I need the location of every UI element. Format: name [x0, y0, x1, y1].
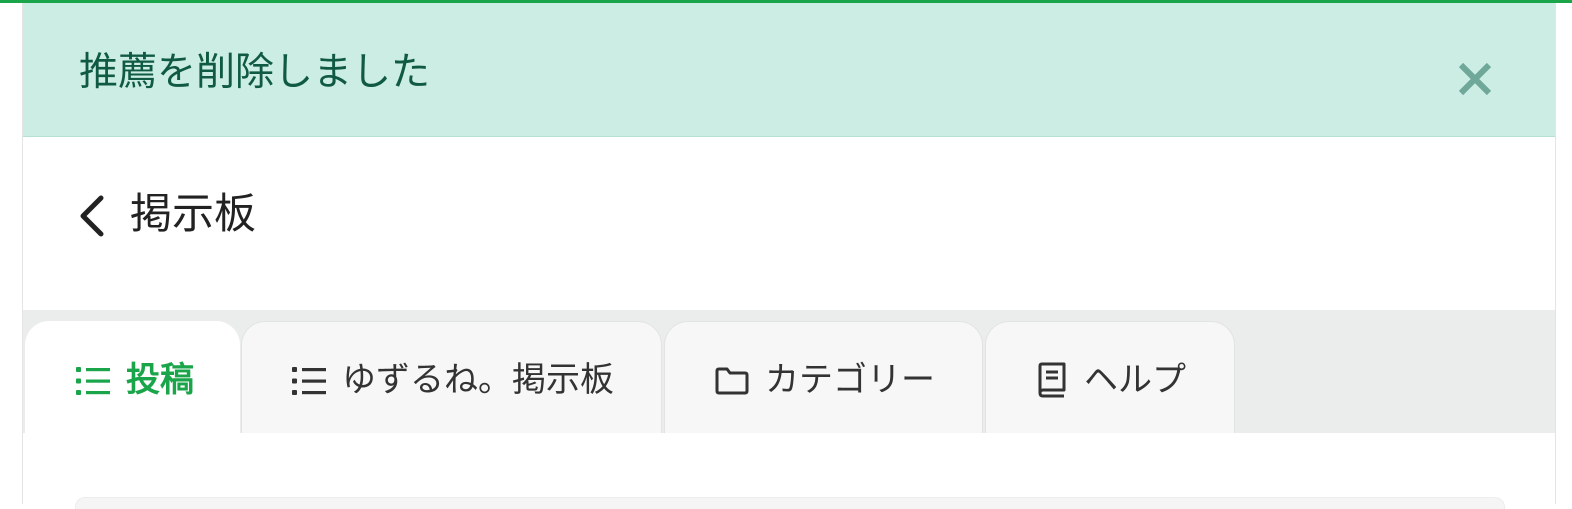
tab-content — [23, 433, 1555, 509]
alert-close-button[interactable] — [1453, 57, 1497, 101]
book-icon — [1036, 362, 1068, 402]
tab-categories[interactable]: カテゴリー — [664, 321, 983, 433]
list-icon — [292, 366, 326, 400]
tab-bar: 投稿 ゆずるね。掲示板 カテゴリー ヘルプ — [23, 310, 1555, 435]
tab-help[interactable]: ヘルプ — [985, 321, 1235, 433]
content-panel — [75, 497, 1505, 509]
tab-help-label: ヘルプ — [1084, 360, 1186, 400]
back-button[interactable] — [77, 194, 105, 238]
tab-posts-label: 投稿 — [126, 360, 194, 400]
alert-message: 推薦を削除しました — [79, 50, 431, 95]
page-frame: 推薦を削除しました 掲示板 投稿 ゆずるね。掲示板 カテゴリー ヘルプ — [22, 3, 1556, 509]
close-icon — [1458, 62, 1492, 96]
success-alert: 推薦を削除しました — [23, 3, 1555, 137]
chevron-left-icon — [80, 195, 104, 237]
folder-icon — [715, 366, 749, 400]
page-header: 掲示板 — [23, 138, 1555, 310]
tab-yuzurune-board[interactable]: ゆずるね。掲示板 — [241, 321, 662, 433]
list-icon — [76, 366, 110, 400]
tab-posts[interactable]: 投稿 — [25, 321, 240, 435]
page-title: 掲示板 — [130, 189, 257, 238]
tab-yuzurune-board-label: ゆずるね。掲示板 — [342, 360, 614, 400]
tab-categories-label: カテゴリー — [765, 360, 935, 400]
